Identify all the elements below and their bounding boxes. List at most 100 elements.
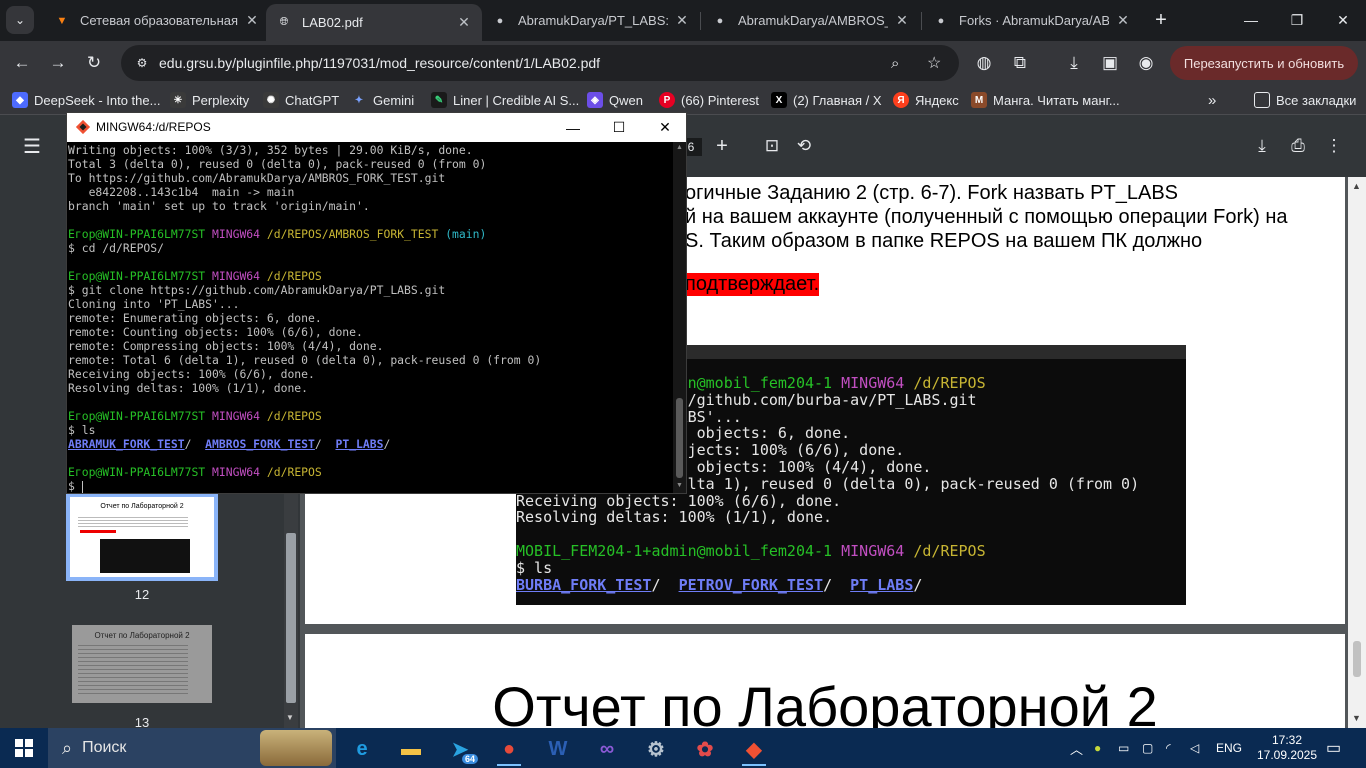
extension-icon[interactable]: ◍ (970, 49, 998, 77)
bookmark-pinterest[interactable]: P (66) Pinterest (659, 91, 759, 109)
chrome-icon[interactable]: ● (489, 732, 529, 766)
relaunch-update-button[interactable]: Перезапустить и обновить (1170, 46, 1358, 80)
battery-icon[interactable]: ▭ (1118, 728, 1129, 768)
terminal-line-segment: Cloning into 'PT_LABS'... (68, 297, 240, 311)
terminal-line-segment: e842208..143c1b4 main -> main (68, 185, 295, 199)
terminal-line-segment: MINGW64 (841, 374, 914, 392)
highlighted-text: подтверждает. (685, 273, 820, 296)
tab-lab02-pdf[interactable]: 🌐︎ LAB02.pdf ✕ (266, 4, 482, 41)
thumbnail-page-13[interactable]: Отчет по Лабораторной 2 (72, 625, 212, 703)
edge-icon[interactable]: e (342, 732, 382, 766)
notifications-icon[interactable]: ▭ (1326, 728, 1341, 768)
close-button[interactable]: ✕ (642, 113, 688, 142)
taskbar-search[interactable]: ⌕ Поиск (48, 728, 336, 768)
bookmark-manga[interactable]: М Манга. Читать манг... (971, 91, 1120, 109)
downloads-icon[interactable]: ⤓ (1060, 49, 1088, 77)
word-icon[interactable]: W (538, 732, 578, 766)
tray-overflow-icon[interactable]: ︿ (1070, 728, 1083, 768)
reload-button[interactable]: ↻ (80, 49, 108, 77)
tab-github-forks[interactable]: ● Forks · AbramukDarya/ABRA ✕ (923, 4, 1141, 37)
terminal-scrollbar[interactable]: ▲ ▼ (673, 142, 686, 493)
print-icon[interactable]: ⎙ (1284, 132, 1312, 160)
tab-search-button[interactable]: ⌄ (6, 6, 34, 34)
pdf-scrollbar[interactable]: ▲ ▼ (1348, 177, 1366, 728)
close-icon[interactable]: ✕ (674, 12, 690, 29)
terminal-line-segment: MINGW64 (212, 227, 267, 241)
terminal-line-segment: Егор@WIN-PPAI6LM77ST (68, 409, 213, 423)
terminal-line-segment: Receiving objects: 100% (6/6), done. (68, 367, 315, 381)
bookmark-gemini[interactable]: ✦ Gemini (351, 91, 414, 109)
explorer-icon[interactable]: ▬ (391, 732, 431, 766)
terminal-text[interactable]: Writing objects: 100% (3/3), 352 bytes |… (67, 142, 673, 493)
side-panel-icon[interactable]: ▣ (1096, 49, 1124, 77)
close-icon[interactable]: ✕ (456, 14, 472, 31)
close-icon[interactable]: ✕ (894, 12, 910, 29)
bookmarks-overflow-button[interactable]: » (1208, 91, 1216, 109)
sidebar-scroll-thumb[interactable] (286, 533, 296, 703)
start-button[interactable] (0, 728, 48, 768)
extensions-puzzle-icon[interactable]: ⧉ (1006, 49, 1034, 77)
bookmark-label: (66) Pinterest (681, 92, 760, 108)
scroll-down-icon[interactable]: ▼ (286, 713, 294, 722)
bookmark-star-icon[interactable]: ☆ (927, 53, 941, 73)
all-bookmarks-button[interactable]: Все закладки (1254, 91, 1356, 109)
close-icon[interactable]: ✕ (1115, 12, 1131, 29)
more-options-icon[interactable]: ⋮ (1320, 132, 1348, 160)
minimize-button[interactable]: — (550, 113, 596, 142)
git-bash-icon[interactable]: ◆ (734, 732, 774, 766)
tab-moodle[interactable]: ▼ Сетевая образовательная п ✕ (44, 4, 270, 37)
bookmark-deepseek[interactable]: ◆ DeepSeek - Into the... (12, 91, 160, 109)
bookmark-perplexity[interactable]: ✳ Perplexity (170, 91, 249, 109)
bookmark-liner[interactable]: ✎ Liner | Credible AI S... (431, 91, 579, 109)
profile-avatar[interactable]: ◉ (1132, 49, 1160, 77)
menu-icon[interactable]: ☰ (18, 132, 46, 160)
bookmark-qwen[interactable]: ◈ Qwen (587, 91, 643, 109)
terminal-titlebar[interactable]: MINGW64:/d/REPOS — ☐ ✕ (67, 113, 686, 142)
tray-app-icon[interactable]: ● (1094, 728, 1101, 768)
new-tab-button[interactable]: + (1150, 9, 1172, 31)
telegram-icon[interactable]: ➤ 64 (440, 732, 480, 766)
bookmark-chatgpt[interactable]: ✺ ChatGPT (263, 91, 339, 109)
download-icon[interactable]: ⤓ (1248, 132, 1276, 160)
terminal-line-segment: Resolving deltas: 100% (1/1), done. (68, 381, 309, 395)
terminal-scroll-thumb[interactable] (676, 398, 683, 478)
thumbnail-page-12[interactable]: Отчет по Лабораторной 2 (66, 493, 218, 581)
back-button[interactable]: ← (8, 49, 36, 77)
zoom-in-button[interactable]: + (708, 132, 736, 160)
forward-button[interactable]: → (44, 49, 72, 77)
url-text[interactable]: edu.grsu.by/pluginfile.php/1197031/mod_r… (159, 55, 600, 71)
bookmark-x[interactable]: X (2) Главная / X (771, 91, 882, 109)
terminal-line-segment: PETROV_FORK_TEST (678, 575, 824, 594)
scroll-down-icon[interactable]: ▼ (676, 482, 683, 489)
language-indicator[interactable]: ENG (1216, 728, 1242, 768)
minimize-button[interactable]: — (1228, 0, 1274, 40)
restore-button[interactable]: ❐ (1274, 0, 1320, 40)
address-bar[interactable]: ⚙ edu.grsu.by/pluginfile.php/1197031/mod… (121, 45, 959, 81)
close-icon[interactable]: ✕ (244, 12, 260, 29)
color-app-icon[interactable]: ✿ (685, 732, 725, 766)
scroll-down-icon[interactable]: ▼ (1352, 713, 1361, 723)
meet-now-icon[interactable]: ▢ (1142, 728, 1153, 768)
wifi-icon[interactable]: ◜ (1166, 728, 1171, 768)
volume-icon[interactable]: ◁ (1190, 728, 1199, 768)
close-window-button[interactable]: ✕ (1320, 0, 1366, 40)
steam-icon[interactable]: ⚙ (636, 732, 676, 766)
clock[interactable]: 17:32 17.09.2025 (1257, 728, 1317, 768)
bookmark-yandex[interactable]: Я Яндекс (893, 91, 959, 109)
zoom-icon[interactable]: ⌕ (891, 55, 899, 72)
site-info-icon[interactable]: ⚙ (131, 52, 153, 74)
scroll-up-icon[interactable]: ▲ (676, 144, 683, 151)
liner-icon: ✎ (431, 92, 447, 108)
git-bash-window[interactable]: MINGW64:/d/REPOS — ☐ ✕ Writing objects: … (66, 112, 687, 494)
fit-page-icon[interactable]: ⊡ (758, 132, 786, 160)
terminal-output[interactable]: Writing objects: 100% (3/3), 352 bytes |… (67, 142, 673, 493)
pdf-scroll-thumb[interactable] (1353, 641, 1361, 677)
rotate-icon[interactable]: ⟲ (790, 132, 818, 160)
maximize-button[interactable]: ☐ (596, 113, 642, 142)
tab-github-pt-labs[interactable]: ● AbramukDarya/PT_LABS: Ла ✕ (482, 4, 700, 37)
visual-studio-icon[interactable]: ∞ (587, 732, 627, 766)
tab-github-ambros[interactable]: ● AbramukDarya/AMBROS_FO ✕ (702, 4, 920, 37)
scroll-up-icon[interactable]: ▲ (1352, 181, 1361, 191)
terminal-line-segment: MINGW64 (212, 409, 267, 423)
terminal-line-segment: remote: Compressing objects: 100% (4/4),… (68, 339, 384, 353)
